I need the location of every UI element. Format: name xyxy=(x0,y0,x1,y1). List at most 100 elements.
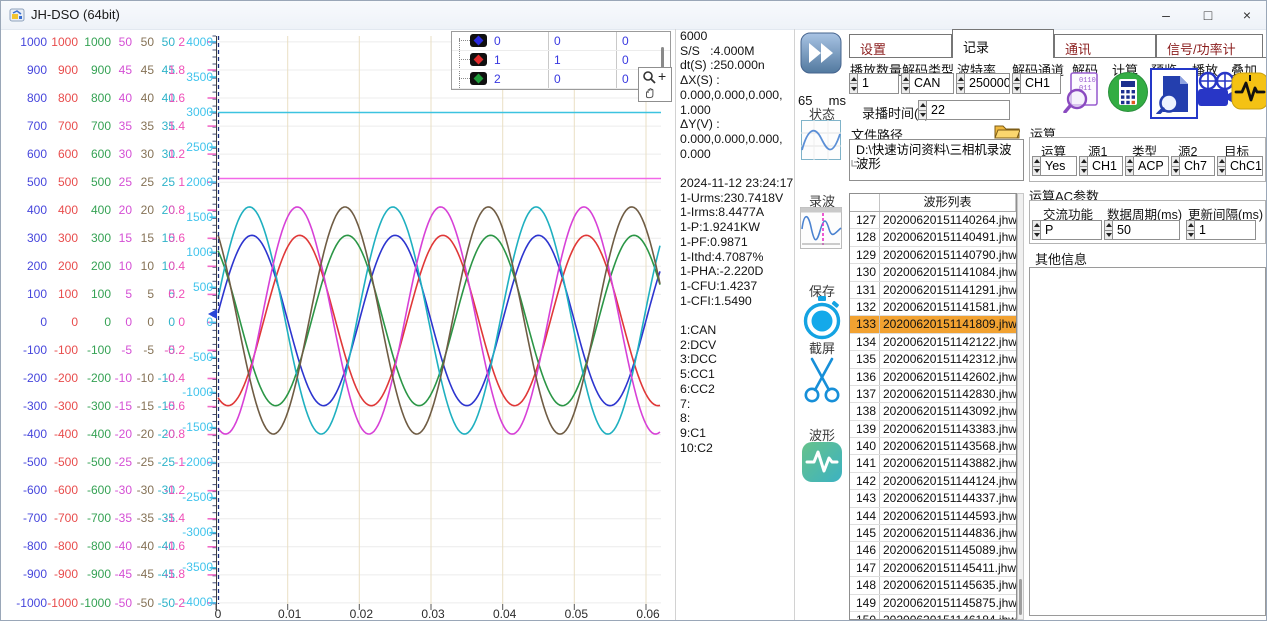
spinner-up-button[interactable] xyxy=(918,100,927,111)
legend-swatch[interactable] xyxy=(470,34,487,47)
file-row[interactable]: 14420200620151144593.jhw xyxy=(850,508,1016,525)
overlay-button[interactable] xyxy=(1231,71,1267,111)
file-row[interactable]: 13620200620151142602.jhw xyxy=(850,369,1016,386)
baud-rate-spinner[interactable]: 250000 xyxy=(956,73,1010,94)
waveform-tile-icon[interactable] xyxy=(801,441,843,488)
file-row[interactable]: 13320200620151141809.jhw xyxy=(850,316,1016,333)
spinner-down-button[interactable] xyxy=(1186,231,1195,241)
maximize-button[interactable]: □ xyxy=(1188,1,1228,29)
file-row[interactable]: 13120200620151141291.jhw xyxy=(850,282,1016,299)
file-row[interactable]: 13520200620151142312.jhw xyxy=(850,351,1016,368)
record-thumbnail-button[interactable] xyxy=(800,207,842,254)
file-row[interactable]: 12820200620151140491.jhw xyxy=(850,229,1016,246)
update-interval-spinner[interactable]: 1 xyxy=(1186,220,1256,240)
spinner-value[interactable]: ACP xyxy=(1134,156,1169,176)
file-row[interactable]: 13220200620151141581.jhw xyxy=(850,299,1016,316)
preview-button[interactable] xyxy=(1150,68,1198,119)
decode-channel-spinner[interactable]: CH1 xyxy=(1012,73,1061,94)
pan-hand-icon[interactable] xyxy=(643,85,657,104)
file-list-scrollbar-thumb[interactable] xyxy=(1019,579,1022,615)
spinner-arrows[interactable] xyxy=(1032,156,1041,176)
spinner-arrows[interactable] xyxy=(1012,73,1021,94)
operation-type-spinner[interactable]: ACP xyxy=(1125,156,1169,176)
spinner-arrows[interactable] xyxy=(1125,156,1134,176)
operation-source2-spinner[interactable]: Ch7 xyxy=(1171,156,1215,176)
file-row[interactable]: 13920200620151143383.jhw xyxy=(850,421,1016,438)
spinner-up-button[interactable] xyxy=(901,73,910,84)
spinner-arrows[interactable] xyxy=(1171,156,1180,176)
spinner-down-button[interactable] xyxy=(956,84,965,94)
file-row[interactable]: 13020200620151141084.jhw xyxy=(850,264,1016,281)
close-button[interactable]: × xyxy=(1227,1,1267,29)
file-row[interactable]: 12720200620151140264.jhw xyxy=(850,212,1016,229)
file-row[interactable]: 13820200620151143092.jhw xyxy=(850,403,1016,420)
minimize-button[interactable]: – xyxy=(1146,1,1186,29)
spinner-up-button[interactable] xyxy=(956,73,965,84)
legend-row[interactable]: 000 xyxy=(452,32,670,51)
operation-enable-spinner[interactable]: Yes xyxy=(1032,156,1077,176)
spinner-down-button[interactable] xyxy=(1079,167,1088,177)
file-path-input[interactable]: D:\快速访问资料\三相机录波波形 xyxy=(849,139,1024,181)
spinner-value[interactable]: 250000 xyxy=(965,73,1010,94)
record-time-spinner[interactable]: 22 xyxy=(918,100,1010,120)
spinner-down-button[interactable] xyxy=(901,84,910,94)
spinner-up-button[interactable] xyxy=(849,73,858,84)
file-row[interactable]: 14620200620151145089.jhw xyxy=(850,542,1016,559)
file-list-scrollbar[interactable] xyxy=(1017,193,1024,620)
tab-signal-power[interactable]: 信号/功率计 xyxy=(1156,34,1263,58)
spinner-up-button[interactable] xyxy=(1217,156,1226,167)
spinner-up-button[interactable] xyxy=(1125,156,1134,167)
spinner-arrows[interactable] xyxy=(1079,156,1088,176)
spinner-up-button[interactable] xyxy=(1012,73,1021,84)
legend-swatch[interactable] xyxy=(470,53,487,66)
spinner-arrows[interactable] xyxy=(1186,220,1195,240)
file-row[interactable]: 14720200620151145411.jhw xyxy=(850,560,1016,577)
spinner-down-button[interactable] xyxy=(1104,231,1113,241)
decode-button[interactable]: 0110 011 xyxy=(1062,71,1104,113)
ac-function-spinner[interactable]: P xyxy=(1032,220,1102,240)
spinner-value[interactable]: Yes xyxy=(1041,156,1077,176)
spinner-down-button[interactable] xyxy=(1032,231,1041,241)
spinner-arrows[interactable] xyxy=(956,73,965,94)
spinner-value[interactable]: ChC1 xyxy=(1226,156,1263,176)
spinner-down-button[interactable] xyxy=(1217,167,1226,177)
file-row[interactable]: 14920200620151145875.jhw xyxy=(850,595,1016,612)
browse-folder-button[interactable] xyxy=(991,120,1023,141)
file-row[interactable]: 15020200620151146184.jhw xyxy=(850,612,1016,620)
operation-source1-spinner[interactable]: CH1 xyxy=(1079,156,1123,176)
spinner-up-button[interactable] xyxy=(1171,156,1180,167)
spinner-arrows[interactable] xyxy=(901,73,910,94)
file-row[interactable]: 12920200620151140790.jhw xyxy=(850,247,1016,264)
spinner-value[interactable]: 1 xyxy=(858,73,899,94)
other-info-box[interactable] xyxy=(1029,267,1266,616)
spinner-down-button[interactable] xyxy=(918,111,927,121)
spinner-arrows[interactable] xyxy=(849,73,858,94)
spinner-up-button[interactable] xyxy=(1032,220,1041,231)
spinner-value[interactable]: CH1 xyxy=(1021,73,1061,94)
file-row[interactable]: 14220200620151144124.jhw xyxy=(850,473,1016,490)
tab-record[interactable]: 记录 xyxy=(952,29,1054,58)
spinner-value[interactable]: 50 xyxy=(1113,220,1180,240)
spinner-up-button[interactable] xyxy=(1104,220,1113,231)
scissors-icon[interactable] xyxy=(802,354,842,409)
file-row[interactable]: 14320200620151144337.jhw xyxy=(850,490,1016,507)
spinner-arrows[interactable] xyxy=(1217,156,1226,176)
spinner-value[interactable]: CH1 xyxy=(1088,156,1123,176)
spinner-up-button[interactable] xyxy=(1079,156,1088,167)
file-row[interactable]: 14020200620151143568.jhw xyxy=(850,438,1016,455)
tab-settings[interactable]: 设置 xyxy=(849,34,952,58)
zoom-plus-icon[interactable]: + xyxy=(658,68,666,84)
spinner-down-button[interactable] xyxy=(849,84,858,94)
spinner-down-button[interactable] xyxy=(1125,167,1134,177)
spinner-value[interactable]: 22 xyxy=(927,100,1010,120)
file-row[interactable]: 14120200620151143882.jhw xyxy=(850,455,1016,472)
operation-target-spinner[interactable]: ChC1 xyxy=(1217,156,1263,176)
legend-swatch[interactable] xyxy=(470,72,487,85)
file-row[interactable]: 14820200620151145635.jhw xyxy=(850,577,1016,594)
decode-type-spinner[interactable]: CAN xyxy=(901,73,954,94)
status-thumbnail-button[interactable] xyxy=(801,120,841,165)
calc-button[interactable] xyxy=(1107,71,1149,113)
file-row[interactable]: 13720200620151142830.jhw xyxy=(850,386,1016,403)
playback-count-spinner[interactable]: 1 xyxy=(849,73,899,94)
spinner-arrows[interactable] xyxy=(1032,220,1041,240)
